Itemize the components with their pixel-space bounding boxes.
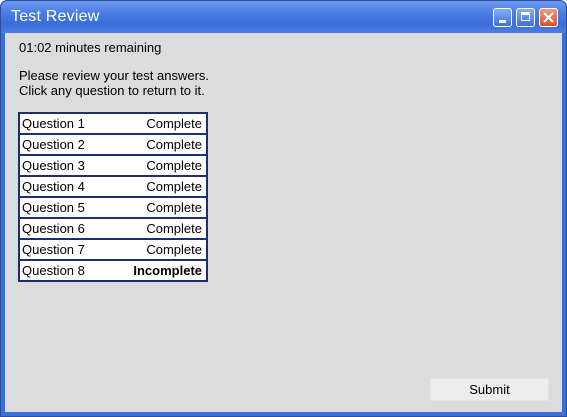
minimize-button[interactable]: [493, 8, 512, 27]
question-label: Question 7: [17, 238, 110, 261]
question-row-4[interactable]: Question 4 Complete: [17, 175, 208, 198]
maximize-button[interactable]: [516, 8, 535, 27]
question-status: Complete: [109, 175, 208, 198]
question-status: Complete: [109, 112, 208, 135]
window-title: Test Review: [11, 8, 100, 25]
question-row-8[interactable]: Question 8 Incomplete: [17, 259, 208, 282]
question-row-2[interactable]: Question 2 Complete: [17, 133, 208, 156]
question-list: Question 1 Complete Question 2 Complete …: [17, 112, 208, 282]
instructions-line-2: Click any question to return to it.: [19, 83, 205, 98]
question-row-5[interactable]: Question 5 Complete: [17, 196, 208, 219]
question-label: Question 6: [17, 217, 110, 240]
minimize-icon: [499, 20, 506, 23]
close-icon: [543, 12, 554, 23]
question-row-6[interactable]: Question 6 Complete: [17, 217, 208, 240]
instructions: Please review your test answers. Click a…: [19, 68, 209, 98]
question-status: Complete: [109, 196, 208, 219]
question-label: Question 2: [17, 133, 110, 156]
question-status-incomplete: Incomplete: [109, 259, 208, 282]
question-label: Question 4: [17, 175, 110, 198]
window-content: 01:02 minutes remaining Please review yo…: [5, 33, 562, 412]
question-row-7[interactable]: Question 7 Complete: [17, 238, 208, 261]
question-label: Question 5: [17, 196, 110, 219]
question-status: Complete: [109, 154, 208, 177]
question-label: Question 3: [17, 154, 110, 177]
maximize-icon: [521, 12, 530, 21]
question-status: Complete: [109, 133, 208, 156]
test-review-window: Test Review 01:02 minutes remaining Plea…: [0, 0, 567, 417]
instructions-line-1: Please review your test answers.: [19, 68, 210, 83]
question-label: Question 1: [17, 112, 110, 135]
question-status: Complete: [109, 238, 208, 261]
question-row-3[interactable]: Question 3 Complete: [17, 154, 208, 177]
question-label: Question 8: [17, 259, 110, 282]
question-status: Complete: [109, 217, 208, 240]
question-row-1[interactable]: Question 1 Complete: [17, 112, 208, 135]
title-bar[interactable]: Test Review: [1, 1, 566, 33]
time-remaining: 01:02 minutes remaining: [19, 40, 162, 55]
submit-button[interactable]: Submit: [430, 378, 549, 401]
close-button[interactable]: [539, 8, 558, 27]
